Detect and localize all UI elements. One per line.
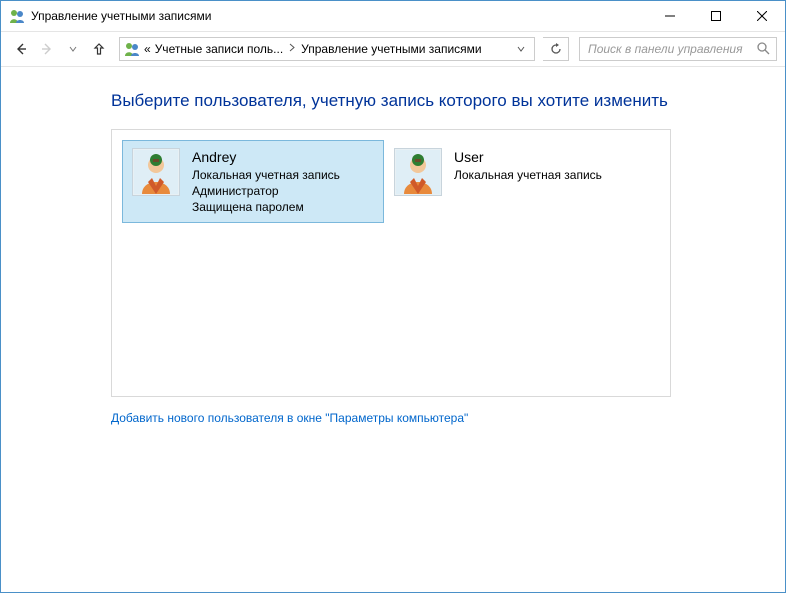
refresh-button[interactable] bbox=[543, 37, 569, 61]
account-name: User bbox=[454, 148, 602, 167]
forward-button[interactable] bbox=[35, 37, 59, 61]
recent-dropdown-icon[interactable] bbox=[61, 37, 85, 61]
breadcrumb-segment-1[interactable]: Учетные записи поль... bbox=[153, 40, 285, 58]
account-role: Администратор bbox=[192, 183, 340, 199]
maximize-button[interactable] bbox=[693, 1, 739, 31]
page-heading: Выберите пользователя, учетную запись ко… bbox=[111, 91, 745, 111]
up-button[interactable] bbox=[87, 37, 111, 61]
accounts-list: Andrey Локальная учетная запись Админист… bbox=[111, 129, 671, 397]
back-button[interactable] bbox=[9, 37, 33, 61]
toolbar: « Учетные записи поль... Управление учет… bbox=[1, 31, 785, 67]
address-bar[interactable]: « Учетные записи поль... Управление учет… bbox=[119, 37, 535, 61]
users-app-icon bbox=[9, 8, 25, 24]
avatar-icon bbox=[394, 148, 442, 196]
users-path-icon bbox=[124, 41, 140, 57]
account-protected: Защищена паролем bbox=[192, 199, 340, 215]
account-item-andrey[interactable]: Andrey Локальная учетная запись Админист… bbox=[122, 140, 384, 223]
account-name: Andrey bbox=[192, 148, 340, 167]
content-area: Выберите пользователя, учетную запись ко… bbox=[1, 67, 785, 592]
breadcrumb-segment-2[interactable]: Управление учетными записями bbox=[299, 40, 483, 58]
search-icon[interactable] bbox=[756, 41, 770, 58]
window-title: Управление учетными записями bbox=[31, 9, 647, 23]
add-user-link[interactable]: Добавить нового пользователя в окне "Пар… bbox=[111, 411, 745, 425]
titlebar: Управление учетными записями bbox=[1, 1, 785, 31]
account-item-user[interactable]: User Локальная учетная запись bbox=[384, 140, 646, 223]
account-type: Локальная учетная запись bbox=[454, 167, 602, 183]
account-info: User Локальная учетная запись bbox=[454, 148, 602, 183]
account-info: Andrey Локальная учетная запись Админист… bbox=[192, 148, 340, 215]
address-dropdown-icon[interactable] bbox=[512, 42, 530, 56]
search-box[interactable] bbox=[579, 37, 777, 61]
avatar-icon bbox=[132, 148, 180, 196]
search-input[interactable] bbox=[586, 41, 756, 57]
breadcrumb-prefix: « bbox=[142, 40, 153, 58]
minimize-button[interactable] bbox=[647, 1, 693, 31]
account-type: Локальная учетная запись bbox=[192, 167, 340, 183]
close-button[interactable] bbox=[739, 1, 785, 31]
chevron-right-icon[interactable] bbox=[285, 43, 299, 55]
